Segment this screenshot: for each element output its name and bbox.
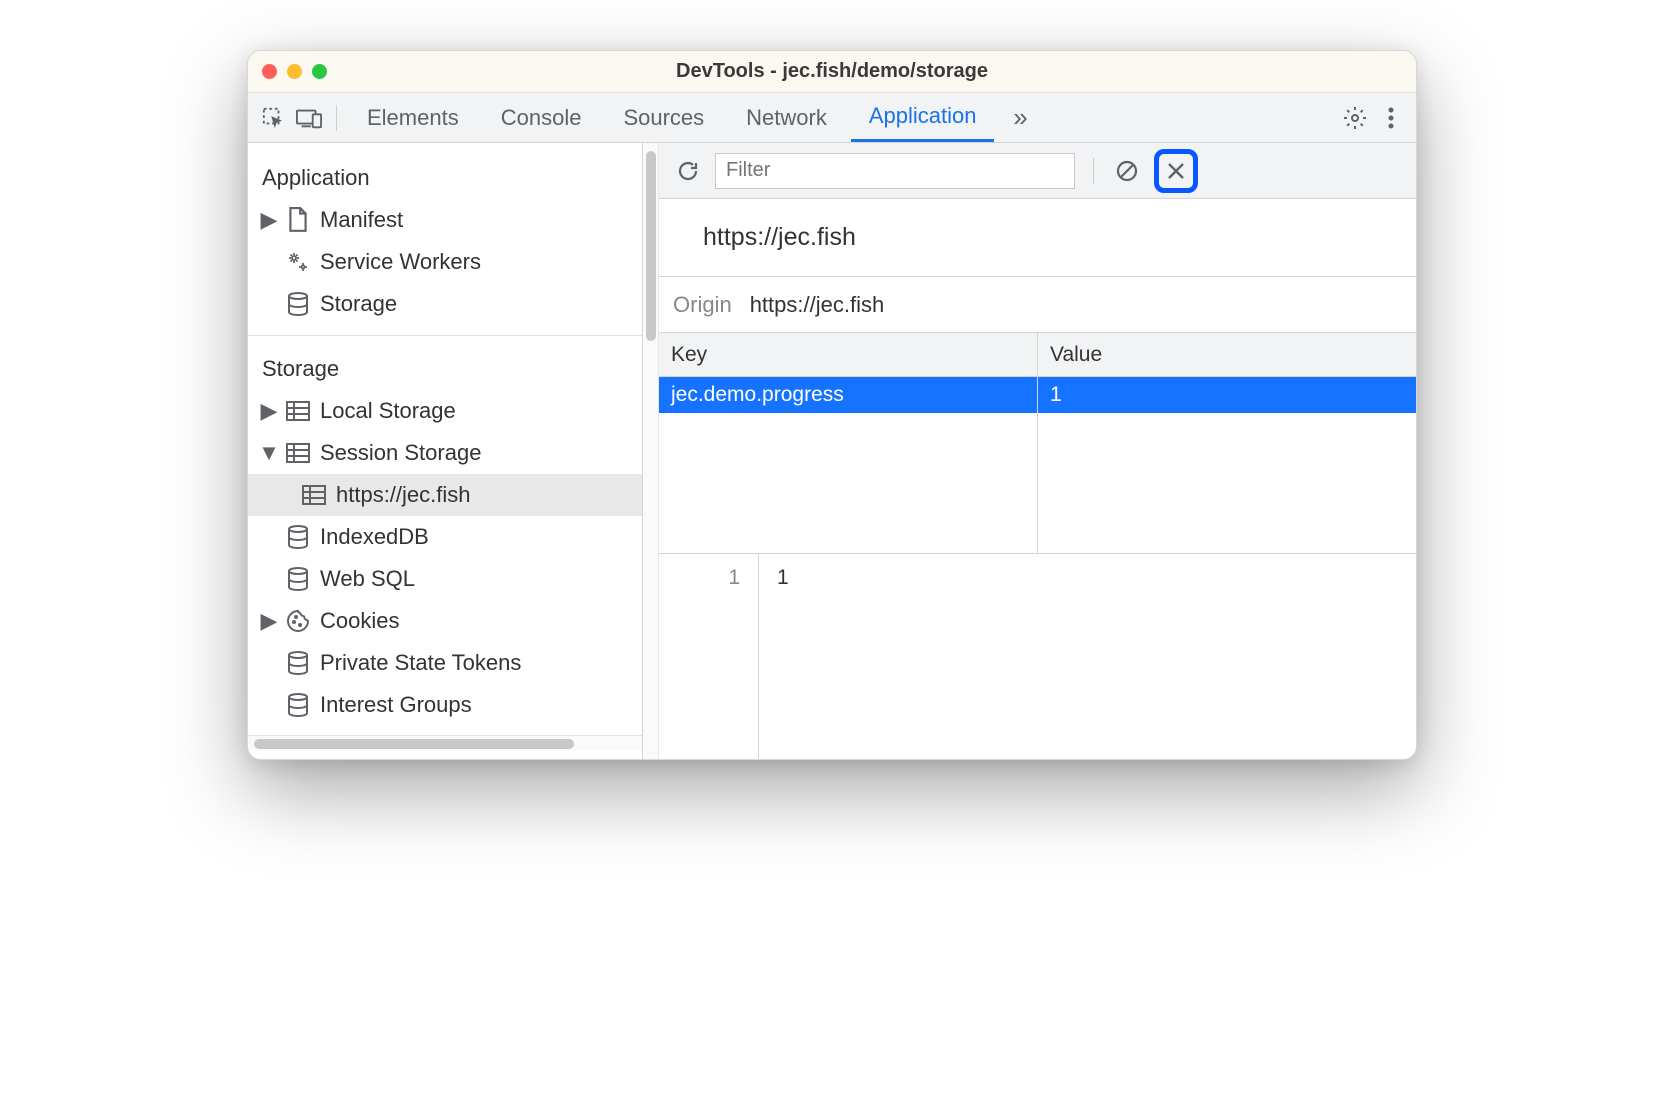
divider [248,335,642,336]
sidebar-item-session-storage[interactable]: ▼ Session Storage [248,432,642,474]
kebab-menu-icon[interactable] [1376,103,1406,133]
tab-network[interactable]: Network [728,93,845,142]
gear-icon[interactable] [1340,103,1370,133]
database-icon [284,693,312,717]
vertical-scrollbar[interactable] [643,143,659,759]
table-empty-area[interactable] [1038,413,1416,553]
table-icon [284,401,312,421]
sidebar-item-storage[interactable]: ▶ Storage [248,283,642,325]
table-empty-area[interactable] [659,413,1037,553]
sidebar-item-local-storage[interactable]: ▶ Local Storage [248,390,642,432]
clear-all-icon[interactable] [1112,156,1142,186]
sidebar-item-label: https://jec.fish [336,478,471,512]
cell-value[interactable]: 1 [1038,377,1416,413]
sidebar-item-indexeddb[interactable]: ▶ IndexedDB [248,516,642,558]
main-panel: https://jec.fish Origin https://jec.fish… [659,143,1416,759]
sidebar-item-label: Local Storage [320,394,456,428]
sidebar-item-session-storage-origin[interactable]: https://jec.fish [248,474,642,516]
database-icon [284,651,312,675]
sidebar-item-label: Interest Groups [320,688,472,722]
column-header-key[interactable]: Key [659,333,1037,377]
file-icon [284,207,312,233]
minimize-window-button[interactable] [287,64,302,79]
triangle-right-icon: ▶ [262,394,276,428]
sidebar-item-cookies[interactable]: ▶ Cookies [248,600,642,642]
traffic-lights [262,64,327,79]
device-toggle-icon[interactable] [294,103,324,133]
sidebar-item-label: Manifest [320,203,403,237]
sidebar-item-label: Storage [320,287,397,321]
storage-table: Key jec.demo.progress Value 1 [659,333,1416,554]
close-window-button[interactable] [262,64,277,79]
highlight-annotation [1154,149,1198,193]
divider [1093,158,1094,184]
sidebar-item-label: Private State Tokens [320,646,521,680]
devtools-window: DevTools - jec.fish/demo/storage Element… [247,50,1417,760]
refresh-icon[interactable] [673,156,703,186]
zoom-window-button[interactable] [312,64,327,79]
tab-application[interactable]: Application [851,93,995,142]
filter-input[interactable] [715,153,1075,189]
database-icon [284,525,312,549]
storage-toolbar [659,143,1416,199]
sidebar: Application ▶ Manifest ▶ Service Workers… [248,143,643,759]
triangle-right-icon: ▶ [262,604,276,638]
sidebar-item-label: Web SQL [320,562,415,596]
cell-key[interactable]: jec.demo.progress [659,377,1037,413]
origin-value: https://jec.fish [750,292,885,318]
table-icon [284,443,312,463]
origin-header: https://jec.fish [659,199,1416,277]
cookie-icon [284,609,312,633]
gears-icon [284,250,312,274]
value-preview: 1 1 [659,554,1416,759]
sidebar-item-websql[interactable]: ▶ Web SQL [248,558,642,600]
tab-console[interactable]: Console [483,93,600,142]
triangle-right-icon: ▶ [262,203,276,237]
body: Application ▶ Manifest ▶ Service Workers… [248,143,1416,759]
sidebar-item-manifest[interactable]: ▶ Manifest [248,199,642,241]
sidebar-item-label: Session Storage [320,436,481,470]
line-number: 1 [659,554,759,759]
tab-elements[interactable]: Elements [349,93,477,142]
database-icon [284,567,312,591]
divider [336,105,337,131]
inspect-icon[interactable] [258,103,288,133]
sidebar-item-private-state-tokens[interactable]: ▶ Private State Tokens [248,642,642,684]
sidebar-item-interest-groups[interactable]: ▶ Interest Groups [248,684,642,726]
sidebar-section-storage: Storage [248,346,642,390]
tab-sources[interactable]: Sources [605,93,722,142]
sidebar-item-service-workers[interactable]: ▶ Service Workers [248,241,642,283]
sidebar-item-label: Service Workers [320,245,481,279]
sidebar-horizontal-scrollbar[interactable] [248,735,642,751]
sidebar-item-label: IndexedDB [320,520,429,554]
triangle-down-icon: ▼ [262,436,276,470]
delete-selected-icon[interactable] [1161,156,1191,186]
column-header-value[interactable]: Value [1038,333,1416,377]
tabstrip: Elements Console Sources Network Applica… [248,93,1416,143]
sidebar-section-application: Application [248,155,642,199]
origin-label: Origin [673,292,732,318]
sidebar-item-label: Cookies [320,604,399,638]
preview-content: 1 [759,554,1416,759]
titlebar: DevTools - jec.fish/demo/storage [248,51,1416,93]
table-icon [300,485,328,505]
more-tabs-icon[interactable]: » [1000,103,1040,133]
origin-row: Origin https://jec.fish [659,277,1416,333]
database-icon [284,292,312,316]
window-title: DevTools - jec.fish/demo/storage [248,60,1416,83]
